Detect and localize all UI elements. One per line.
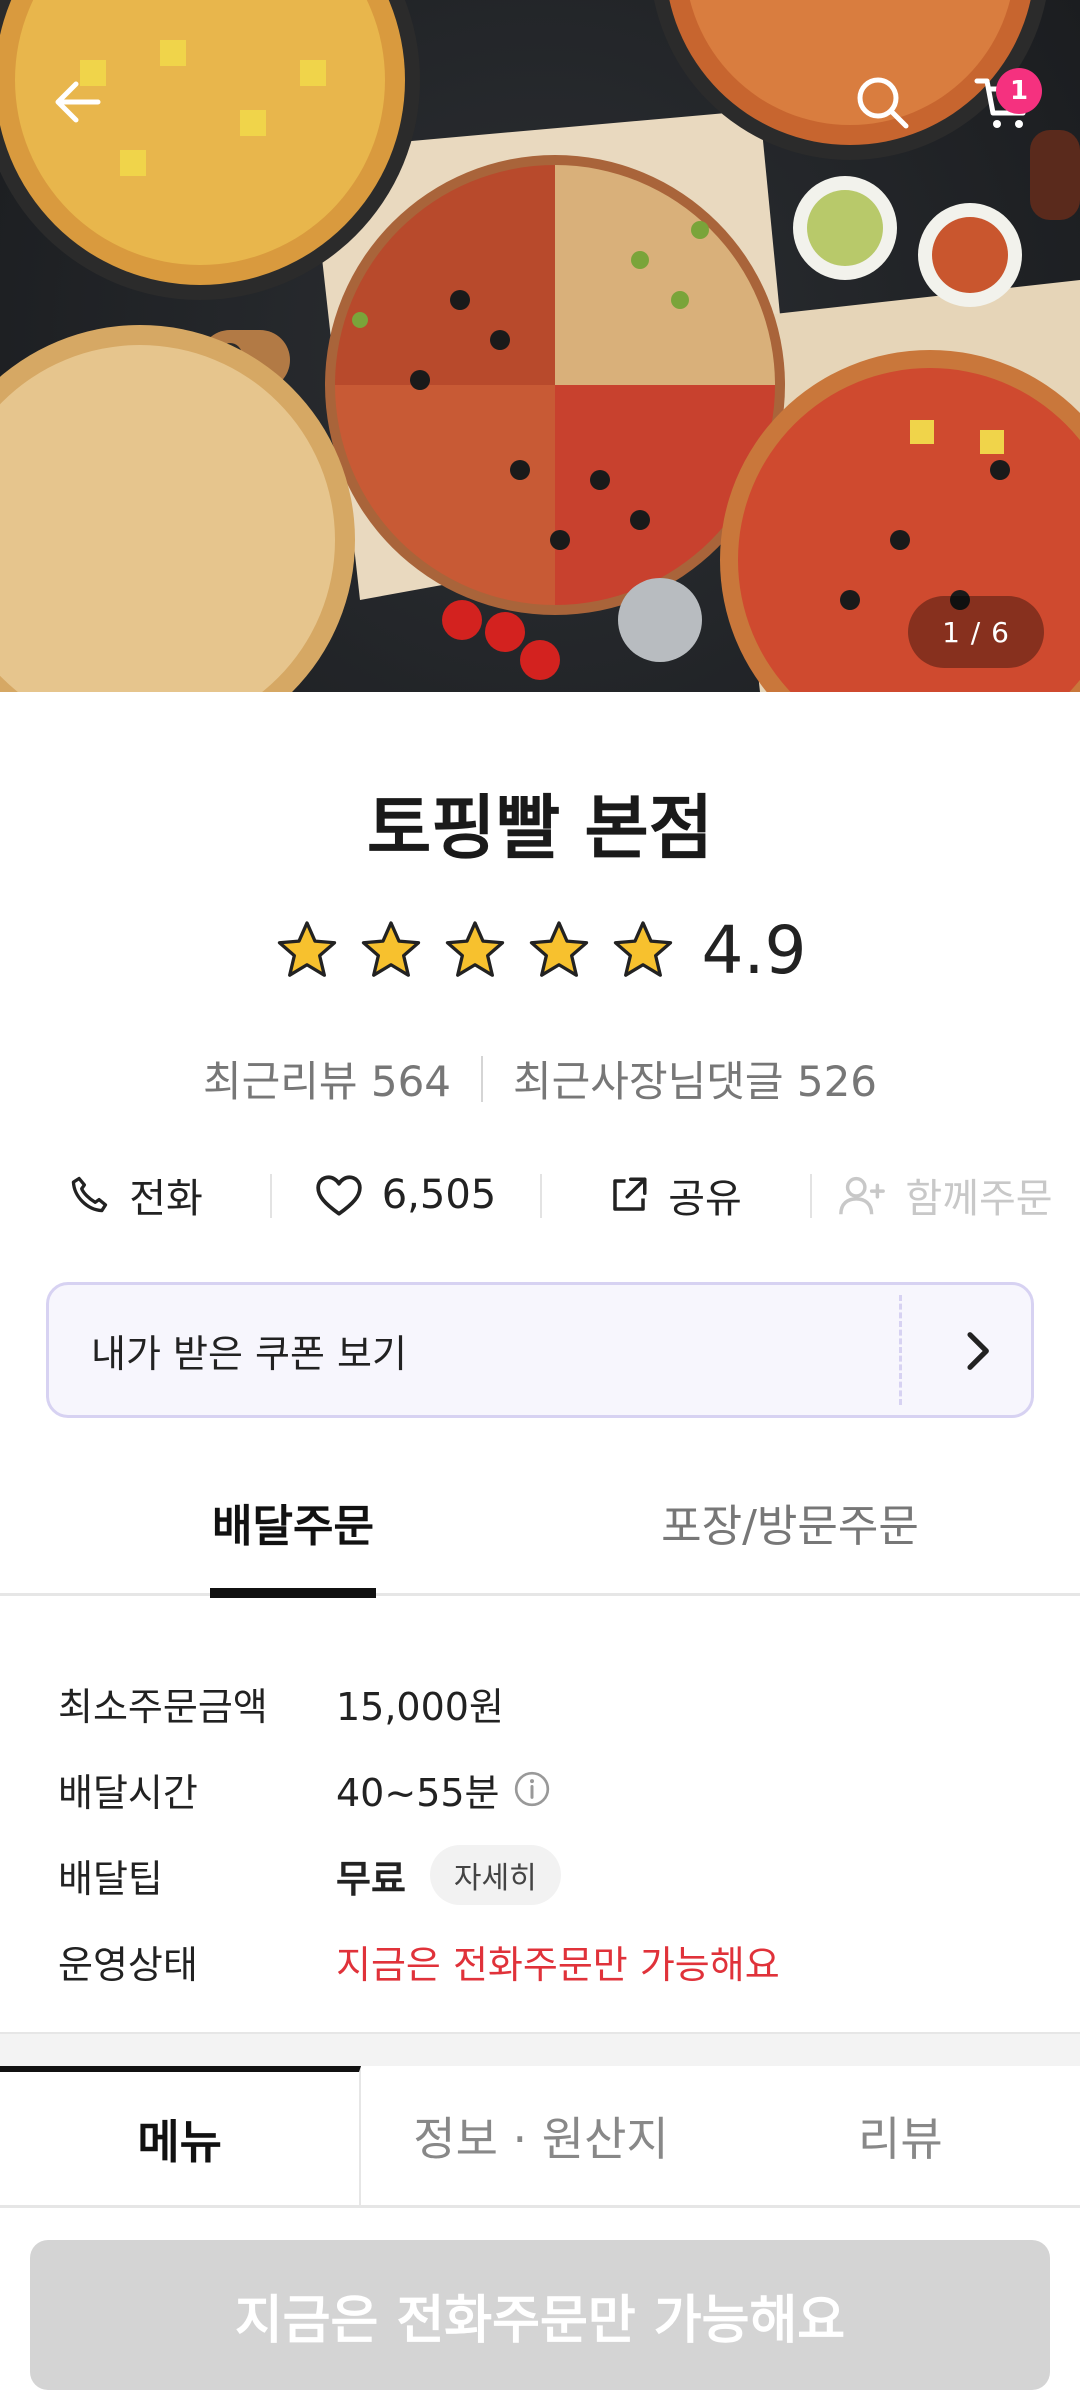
store-name: 토핑빨 본점 — [366, 787, 714, 869]
chevron-right-icon — [967, 1332, 989, 1370]
share-icon — [613, 1177, 647, 1211]
group-order-label: 함께주문 — [905, 1176, 1053, 1222]
status-value: 지금은 전화주문만 가능해요 — [336, 1942, 780, 1987]
delivery-tip-wrap: 무료 자세히 — [336, 1845, 561, 1905]
min-order-value: 15,000원 — [336, 1684, 504, 1729]
content-tabs: 메뉴 정보 · 원산지 리뷰 — [0, 2066, 1080, 2208]
tab-pickup-order[interactable]: 포장/방문주문 — [600, 1490, 980, 1596]
info-row-delivery-time: 배달시간 40~55분 — [58, 1746, 1038, 1832]
group-order-button[interactable]: 함께주문 — [810, 1160, 1080, 1230]
tab-menu[interactable]: 메뉴 — [0, 2066, 362, 2205]
rating-stars — [274, 918, 676, 984]
search-icon — [857, 77, 909, 129]
tab-reviews[interactable]: 리뷰 — [721, 2066, 1080, 2205]
store-actions: 전화 6,505 공유 함께주문 — [0, 1160, 1080, 1230]
coupon-label: 내가 받은 쿠폰 보기 — [91, 1331, 407, 1376]
star-icon — [613, 920, 672, 977]
back-button[interactable] — [36, 60, 120, 144]
tab-info-origin[interactable]: 정보 · 원산지 — [361, 2066, 720, 2205]
status-label: 운영상태 — [58, 1942, 198, 1987]
delivery-info: 최소주문금액 15,000원 배달시간 40~55분 배달팁 무료 자세히 운영… — [58, 1660, 1038, 2004]
like-count: 6,505 — [381, 1172, 497, 1218]
arrow-left-icon — [55, 81, 101, 123]
call-button[interactable]: 전화 — [0, 1160, 270, 1230]
delivery-tip-label: 배달팁 — [58, 1856, 163, 1901]
cart-button[interactable]: 1 — [962, 60, 1046, 144]
info-row-status: 운영상태 지금은 전화주문만 가능해요 — [58, 1918, 1038, 2004]
rating-value: 4.9 — [701, 912, 807, 989]
call-label: 전화 — [129, 1176, 203, 1222]
recent-reviews-link[interactable]: 최근리뷰 564 — [203, 1048, 451, 1109]
rating-row: 4.9 — [0, 912, 1080, 989]
delivery-tip-value: 무료 — [336, 1856, 406, 1901]
delivery-time-label: 배달시간 — [58, 1770, 198, 1815]
star-icon — [445, 920, 504, 977]
star-icon — [277, 920, 336, 977]
share-label: 공유 — [668, 1176, 742, 1222]
delivery-tip-detail-button[interactable]: 자세히 — [429, 1845, 561, 1905]
heart-icon — [316, 1175, 362, 1216]
min-order-label: 최소주문금액 — [58, 1684, 268, 1729]
tab-delivery-order[interactable]: 배달주문 — [210, 1490, 376, 1598]
info-row-delivery-tip: 배달팁 무료 자세히 — [58, 1832, 1038, 1918]
search-button[interactable] — [840, 60, 924, 144]
star-icon — [361, 920, 420, 977]
delivery-time-wrap: 40~55분 — [336, 1762, 552, 1817]
coupon-divider — [899, 1295, 902, 1405]
order-cta-button[interactable]: 지금은 전화주문만 가능해요 — [30, 2240, 1050, 2390]
store-hero-image[interactable]: 1 1 / 6 — [0, 0, 1080, 692]
review-summary: 최근리뷰 564 최근사장님댓글 526 — [0, 1048, 1080, 1109]
share-button[interactable]: 공유 — [540, 1160, 810, 1230]
order-type-tabs: 배달주문 포장/방문주문 — [0, 1490, 1080, 1598]
phone-icon — [71, 1176, 108, 1213]
photo-counter: 1 / 6 — [908, 596, 1044, 668]
info-row-min-order: 최소주문금액 15,000원 — [58, 1660, 1038, 1746]
info-icon[interactable] — [512, 1769, 552, 1809]
coupon-banner[interactable]: 내가 받은 쿠폰 보기 — [46, 1282, 1034, 1418]
like-button[interactable]: 6,505 — [270, 1160, 540, 1230]
star-icon — [529, 920, 588, 977]
delivery-time-value: 40~55분 — [336, 1770, 500, 1815]
section-divider — [0, 2032, 1080, 2066]
cart-count-badge: 1 — [996, 68, 1042, 114]
add-person-icon — [839, 1176, 886, 1215]
divider — [481, 1055, 484, 1102]
owner-replies-link[interactable]: 최근사장님댓글 526 — [513, 1048, 877, 1109]
